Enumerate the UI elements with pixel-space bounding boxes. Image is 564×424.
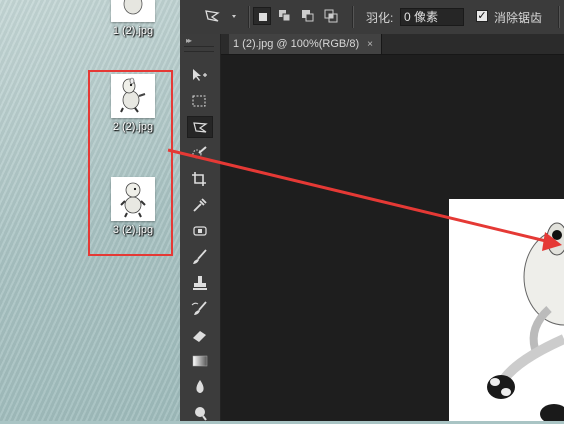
brush-tool[interactable] xyxy=(187,246,213,268)
stamp-icon xyxy=(193,276,207,290)
tool-preset-picker[interactable] xyxy=(202,7,238,25)
gradient-tool[interactable] xyxy=(187,350,213,372)
blur-tool[interactable] xyxy=(187,376,213,398)
antialias-checkbox[interactable]: ✓ xyxy=(476,10,488,22)
polygonal-lasso-icon xyxy=(205,10,236,22)
photoshop-window: 羽化: 0 像素 ✓ 消除锯齿 ▸▸ 1 (2).jpg @ 100%(RGB/… xyxy=(180,0,564,421)
history-brush-tool[interactable] xyxy=(187,298,213,320)
crop-tool[interactable] xyxy=(187,168,213,190)
divider xyxy=(352,6,353,28)
rectangular-marquee-tool[interactable] xyxy=(187,90,213,112)
subtract-selection-button[interactable] xyxy=(299,7,317,25)
move-icon xyxy=(193,69,207,81)
intersect-selection-icon xyxy=(324,9,338,23)
document-tab-title: 1 (2).jpg @ 100%(RGB/8) xyxy=(233,38,360,50)
new-selection-icon xyxy=(259,13,267,21)
bandage-icon xyxy=(193,226,207,236)
eraser-tool[interactable] xyxy=(187,324,213,346)
gradient-icon xyxy=(192,355,208,367)
file-thumbnail xyxy=(111,0,155,22)
options-bar: 羽化: 0 像素 ✓ 消除锯齿 xyxy=(180,0,564,35)
document-area: 1 (2).jpg @ 100%(RGB/8) × xyxy=(221,34,564,421)
document-tab[interactable]: 1 (2).jpg @ 100%(RGB/8) × xyxy=(229,34,382,54)
canvas-image[interactable] xyxy=(449,199,564,421)
quick-selection-tool[interactable] xyxy=(187,142,213,164)
document-tab-bar: 1 (2).jpg @ 100%(RGB/8) × xyxy=(221,34,564,55)
eraser-icon xyxy=(193,331,206,342)
polygonal-lasso-icon xyxy=(193,122,208,133)
close-icon[interactable]: × xyxy=(367,39,373,50)
crop-icon xyxy=(192,172,206,186)
intersect-selection-button[interactable] xyxy=(322,7,340,25)
subtract-selection-icon xyxy=(302,10,314,22)
antialias-label: 消除锯齿 xyxy=(494,11,543,25)
tools-panel: ▸▸ xyxy=(180,34,221,421)
move-tool[interactable] xyxy=(187,64,213,86)
panel-grip[interactable] xyxy=(184,46,214,52)
eyedropper-icon xyxy=(193,198,207,212)
history-brush-icon xyxy=(191,301,207,315)
droplet-icon xyxy=(196,380,204,393)
clone-stamp-tool[interactable] xyxy=(187,272,213,294)
brush-icon xyxy=(193,249,207,264)
quick-selection-icon xyxy=(192,146,207,159)
marquee-icon xyxy=(192,95,206,107)
feather-label: 羽化: xyxy=(366,11,394,25)
new-selection-button[interactable] xyxy=(253,7,271,25)
divider xyxy=(558,6,559,28)
eyedropper-tool[interactable] xyxy=(187,194,213,216)
spot-healing-tool[interactable] xyxy=(187,220,213,242)
collapse-panel-button[interactable]: ▸▸ xyxy=(186,36,192,45)
add-selection-icon xyxy=(279,10,291,22)
polygonal-lasso-tool[interactable] xyxy=(187,116,213,138)
highlight-box xyxy=(88,70,173,256)
character-image xyxy=(487,222,564,421)
desktop: 1 (2).jpg 2 (2).jpg 3 (2).jpg xyxy=(0,0,180,421)
divider xyxy=(248,6,249,28)
feather-input[interactable]: 0 像素 xyxy=(400,8,464,26)
file-name: 1 (2).jpg xyxy=(112,25,154,37)
desktop-file-1[interactable]: 1 (2).jpg xyxy=(98,0,168,37)
add-to-selection-button[interactable] xyxy=(276,7,294,25)
dodge-icon xyxy=(195,407,207,421)
